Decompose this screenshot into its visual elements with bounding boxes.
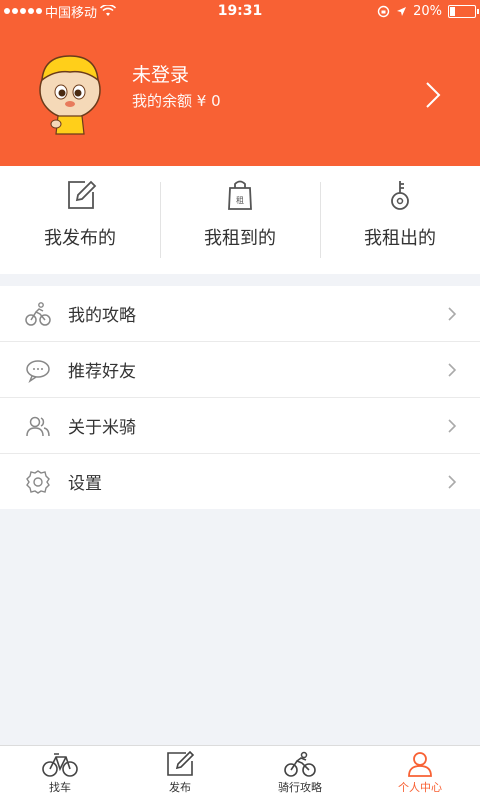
action-row: 我发布的 租 我租到的 我租出的: [0, 166, 480, 274]
cyclist-icon: [25, 301, 51, 326]
tab-find-bike[interactable]: 找车: [0, 746, 120, 800]
chevron-right-icon: [448, 418, 457, 433]
edit-icon: [68, 180, 97, 209]
chevron-right-icon: [448, 306, 457, 321]
battery-percent: 20%: [413, 3, 442, 19]
my-published-label: 我发布的: [44, 228, 116, 249]
chevron-right-icon: [448, 474, 457, 489]
my-rented-button[interactable]: 租 我租到的: [160, 166, 320, 274]
tab-bar: 找车 发布 骑行攻略 个人中心: [0, 745, 480, 800]
person-icon: [408, 752, 432, 777]
tab-label-find-bike: 找车: [49, 781, 71, 794]
my-published-button[interactable]: 我发布的: [0, 166, 160, 274]
my-lent-button[interactable]: 我租出的: [320, 166, 480, 274]
menu-label-settings: 设置: [68, 474, 102, 494]
menu-list: 我的攻略 推荐好友 关于米骑 设置: [0, 286, 480, 509]
profile-header[interactable]: 未登录 我的余额 ¥ 0: [0, 22, 480, 166]
user-name: 未登录: [132, 64, 190, 86]
chevron-right-icon: [448, 362, 457, 377]
tab-publish[interactable]: 发布: [120, 746, 240, 800]
status-right: 20%: [377, 3, 479, 19]
chat-bubble-icon: [26, 359, 50, 383]
menu-item-about[interactable]: 关于米骑: [0, 398, 480, 454]
menu-item-my-guides[interactable]: 我的攻略: [0, 286, 480, 342]
rent-bag-icon: 租: [228, 180, 252, 210]
key-icon: [391, 181, 409, 210]
battery-icon: [448, 4, 479, 18]
edit-icon: [167, 751, 195, 776]
tab-riding-guides[interactable]: 骑行攻略: [240, 746, 360, 800]
lock-rotation-icon: [377, 5, 390, 17]
rent-bag-text: 租: [236, 196, 244, 205]
mascot-avatar[interactable]: [30, 50, 110, 140]
cyclist-icon: [284, 751, 316, 777]
user-balance: 我的余额 ¥ 0: [132, 92, 221, 110]
menu-item-recommend-friends[interactable]: 推荐好友: [0, 342, 480, 398]
tab-label-publish: 发布: [169, 781, 191, 794]
users-icon: [26, 416, 50, 436]
battery-fill: [450, 6, 455, 16]
gear-icon: [26, 469, 50, 494]
bicycle-icon: [42, 753, 78, 777]
status-bar: 中国移动 19:31 20%: [0, 0, 480, 22]
my-lent-label: 我租出的: [364, 228, 436, 249]
menu-label-about: 关于米骑: [68, 418, 136, 438]
menu-label-my-guides: 我的攻略: [68, 306, 136, 326]
chevron-right-icon[interactable]: [418, 80, 448, 110]
location-arrow-icon: [397, 6, 407, 16]
menu-item-settings[interactable]: 设置: [0, 454, 480, 509]
my-rented-label: 我租到的: [204, 228, 276, 249]
tab-label-riding-guides: 骑行攻略: [278, 781, 322, 794]
menu-label-recommend-friends: 推荐好友: [68, 362, 136, 382]
tab-label-personal-center: 个人中心: [398, 781, 442, 794]
tab-personal-center[interactable]: 个人中心: [360, 746, 480, 800]
